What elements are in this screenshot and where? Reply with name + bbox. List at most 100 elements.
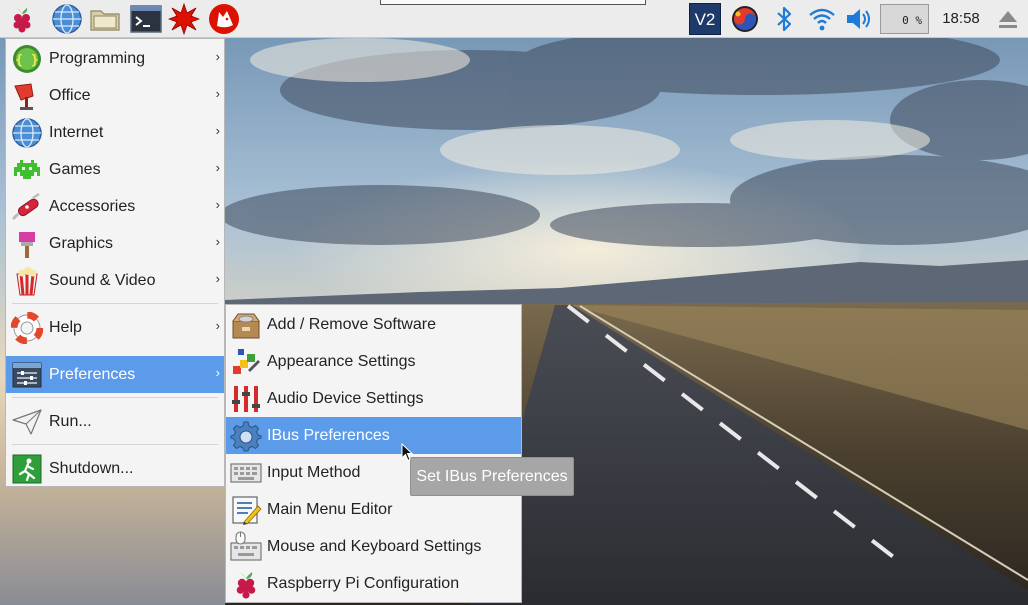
- globe-icon: [11, 117, 43, 149]
- submenu-item-ibus-preferences[interactable]: IBus Preferences: [226, 417, 521, 454]
- preferences-submenu: Add / Remove Software Appearance Setting…: [225, 304, 522, 603]
- menu-item-label: Games: [49, 161, 101, 178]
- submenu-arrow-icon: ›: [215, 123, 220, 138]
- speaker-icon: [847, 9, 870, 29]
- swiss-knife-icon: [11, 191, 43, 223]
- bluetooth-icon: [777, 6, 792, 32]
- keyboard-icon: [230, 457, 262, 489]
- wifi-icon: [809, 8, 835, 31]
- menu-item-games[interactable]: Games ›: [6, 151, 224, 188]
- spikey-icon: [168, 3, 200, 35]
- menu-item-label: Accessories: [49, 198, 136, 215]
- raspberry-icon: [13, 8, 31, 33]
- submenu-arrow-icon: ›: [215, 160, 220, 175]
- submenu-arrow-icon: ›: [215, 365, 220, 380]
- menu-item-office[interactable]: Office ›: [6, 77, 224, 114]
- wolfram-button[interactable]: [208, 3, 240, 35]
- exit-icon: [11, 453, 43, 485]
- submenu-item-label: Input Method: [267, 464, 361, 481]
- menu-item-label: Sound & Video: [49, 272, 156, 289]
- menu-item-internet[interactable]: Internet ›: [6, 114, 224, 151]
- vnc-icon: V2: [695, 10, 716, 29]
- palette-icon: [230, 346, 262, 378]
- svg-text:{ }: { }: [15, 53, 38, 68]
- paint-brush-icon: [11, 228, 43, 260]
- mouse-keyboard-icon: [230, 531, 262, 563]
- popcorn-icon: [11, 265, 43, 297]
- taskbar-window-button[interactable]: [380, 0, 646, 5]
- tooltip: Set IBus Preferences: [410, 457, 574, 496]
- taskbar: V2 0 % 18:58: [0, 0, 1028, 38]
- menu-item-shutdown[interactable]: Shutdown...: [6, 450, 224, 487]
- submenu-item-main-menu-editor[interactable]: Main Menu Editor: [226, 491, 521, 528]
- programming-icon: { }: [11, 43, 43, 75]
- mathematica-button[interactable]: [168, 3, 200, 35]
- submenu-arrow-icon: ›: [215, 318, 220, 333]
- folder-icon: [90, 10, 120, 31]
- svg-text:V2: V2: [695, 10, 716, 29]
- menu-item-sound-video[interactable]: Sound & Video ›: [6, 262, 224, 299]
- submenu-item-audio-device-settings[interactable]: Audio Device Settings: [226, 380, 521, 417]
- mouse-cursor-icon: [401, 443, 414, 462]
- submenu-item-add-remove-software[interactable]: Add / Remove Software: [226, 306, 521, 343]
- terminal-button[interactable]: [130, 3, 162, 35]
- menu-editor-icon: [230, 494, 262, 526]
- menu-item-preferences[interactable]: Preferences ›: [6, 356, 224, 393]
- menu-item-graphics[interactable]: Graphics ›: [6, 225, 224, 262]
- preferences-icon: [11, 359, 43, 391]
- raspberry-icon: [230, 568, 262, 600]
- menu-item-run[interactable]: Run...: [6, 403, 224, 440]
- file-manager-button[interactable]: [89, 3, 121, 35]
- submenu-item-raspberry-pi-configuration[interactable]: Raspberry Pi Configuration: [226, 565, 521, 602]
- menu-item-help[interactable]: Help ›: [6, 309, 224, 346]
- gear-icon: [230, 420, 262, 452]
- menu-item-label: Preferences: [49, 366, 136, 383]
- menu-item-label: Internet: [49, 124, 104, 141]
- web-browser-button[interactable]: [51, 3, 83, 35]
- submenu-arrow-icon: ›: [215, 197, 220, 212]
- bluetooth-button[interactable]: [768, 3, 800, 35]
- submenu-arrow-icon: ›: [215, 234, 220, 249]
- submenu-arrow-icon: ›: [215, 49, 220, 64]
- menu-item-accessories[interactable]: Accessories ›: [6, 188, 224, 225]
- submenu-item-label: Mouse and Keyboard Settings: [267, 538, 482, 555]
- submenu-item-appearance-settings[interactable]: Appearance Settings: [226, 343, 521, 380]
- wifi-button[interactable]: [806, 3, 838, 35]
- main-menu: { } Programming › Office › Internet › Ga…: [5, 38, 225, 487]
- menu-item-label: Run...: [49, 413, 92, 430]
- submenu-item-label: Main Menu Editor: [267, 501, 393, 518]
- volume-button[interactable]: [843, 3, 875, 35]
- submenu-arrow-icon: ›: [215, 86, 220, 101]
- menu-item-programming[interactable]: { } Programming ›: [6, 40, 224, 77]
- submenu-arrow-icon: ›: [215, 271, 220, 286]
- cpu-usage-monitor: 0 %: [880, 4, 929, 34]
- package-icon: [230, 309, 262, 341]
- eject-button[interactable]: [992, 3, 1024, 35]
- submenu-item-label: Raspberry Pi Configuration: [267, 575, 460, 592]
- menu-item-label: Programming: [49, 50, 146, 67]
- input-method-button[interactable]: [729, 3, 761, 35]
- menu-item-label: Office: [49, 87, 91, 104]
- space-invader-icon: [11, 154, 43, 186]
- paper-plane-icon: [11, 406, 43, 438]
- terminal-icon: [130, 5, 162, 33]
- globe-icon: [52, 4, 82, 34]
- menu-item-label: Shutdown...: [49, 460, 134, 477]
- clock[interactable]: 18:58: [936, 0, 986, 38]
- submenu-item-label: Audio Device Settings: [267, 390, 424, 407]
- menu-item-label: Graphics: [49, 235, 114, 252]
- lifebuoy-icon: [11, 312, 43, 344]
- menu-separator: [12, 303, 218, 304]
- submenu-item-label: Add / Remove Software: [267, 316, 436, 333]
- menu-separator: [12, 397, 218, 398]
- raspberry-menu-button[interactable]: [6, 3, 38, 35]
- submenu-item-mouse-keyboard-settings[interactable]: Mouse and Keyboard Settings: [226, 528, 521, 565]
- wolf-icon: [209, 4, 239, 34]
- submenu-item-label: IBus Preferences: [267, 427, 390, 444]
- eject-icon: [999, 11, 1017, 28]
- office-icon: [11, 80, 43, 112]
- mixer-icon: [230, 383, 262, 415]
- menu-item-label: Help: [49, 319, 82, 336]
- vnc-server-button[interactable]: V2: [689, 3, 721, 35]
- submenu-item-label: Appearance Settings: [267, 353, 416, 370]
